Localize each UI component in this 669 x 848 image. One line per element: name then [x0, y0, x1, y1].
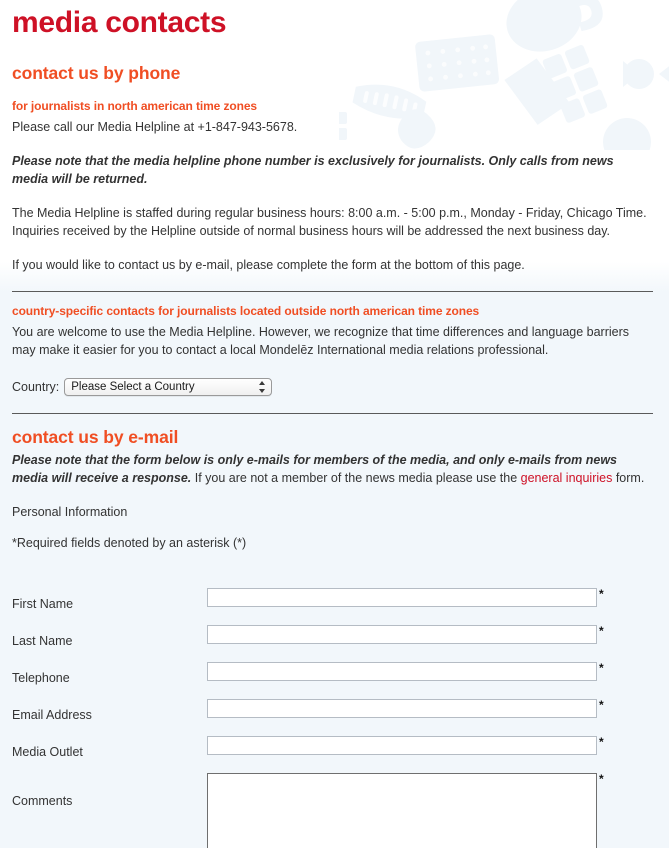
form-row-email-address: Email Address *	[10, 699, 655, 723]
country-select-row: Country: Please Select a Country	[10, 359, 655, 396]
section-heading-contact-by-phone: contact us by phone	[12, 63, 181, 83]
input-media-outlet[interactable]	[207, 736, 597, 755]
email-form-note-before-link: If you are not a member of the news medi…	[191, 471, 521, 485]
subheading-country-specific-contacts: country-specific contacts for journalist…	[12, 304, 480, 318]
form-row-telephone: Telephone *	[10, 662, 655, 686]
helpline-phone-text: Please call our Media Helpline at +1-847…	[12, 120, 298, 134]
helpline-exclusivity-note: Please note that the media helpline phon…	[10, 136, 655, 188]
subheading-north-american-journalists: for journalists in north american time z…	[12, 99, 257, 113]
country-label: Country:	[12, 380, 60, 394]
input-last-name[interactable]	[207, 625, 597, 644]
required-asterisk-comments: *	[599, 772, 604, 786]
helpline-hours-text: The Media Helpline is staffed during reg…	[12, 206, 647, 238]
required-asterisk-last-name: *	[599, 624, 604, 638]
input-first-name[interactable]	[207, 588, 597, 607]
label-last-name: Last Name	[12, 634, 73, 648]
select-updown-arrows-icon	[258, 381, 265, 393]
section-heading-contact-by-email: contact us by e-mail	[12, 427, 179, 447]
general-inquiries-link[interactable]: general inquiries	[521, 471, 613, 485]
label-comments: Comments	[12, 794, 73, 808]
required-asterisk-media-outlet: *	[599, 735, 604, 749]
label-first-name: First Name	[12, 597, 74, 611]
media-contact-form: First Name * Last Name * Telephone * Ema…	[10, 552, 655, 848]
required-asterisk-email-address: *	[599, 698, 604, 712]
form-row-last-name: Last Name *	[10, 625, 655, 649]
form-row-first-name: First Name *	[10, 588, 655, 612]
form-row-media-outlet: Media Outlet *	[10, 736, 655, 760]
label-telephone: Telephone	[12, 671, 70, 685]
email-form-note: Please note that the form below is only …	[10, 448, 655, 487]
label-media-outlet: Media Outlet	[12, 745, 83, 759]
required-asterisk-first-name: *	[599, 587, 604, 601]
required-fields-note: *Required fields denoted by an asterisk …	[12, 536, 247, 550]
input-telephone[interactable]	[207, 662, 597, 681]
label-email-address: Email Address	[12, 708, 92, 722]
page-title: media contacts	[12, 6, 227, 39]
input-comments[interactable]	[207, 773, 597, 848]
country-specific-paragraph: You are welcome to use the Media Helplin…	[12, 325, 630, 357]
page-content: media contacts contact us by phone for j…	[0, 0, 669, 848]
country-select[interactable]: Please Select a Country	[64, 378, 273, 396]
email-form-note-after-link: form.	[612, 471, 645, 485]
country-select-value: Please Select a Country	[71, 381, 195, 393]
form-row-comments: Comments *	[10, 773, 655, 848]
input-email-address[interactable]	[207, 699, 597, 718]
helpline-exclusivity-note-text: Please note that the media helpline phon…	[12, 154, 614, 186]
required-asterisk-telephone: *	[599, 661, 604, 675]
email-form-pointer-text: If you would like to contact us by e-mai…	[12, 258, 525, 272]
page-background: media contacts contact us by phone for j…	[0, 0, 669, 848]
personal-information-label: Personal Information	[12, 505, 128, 519]
